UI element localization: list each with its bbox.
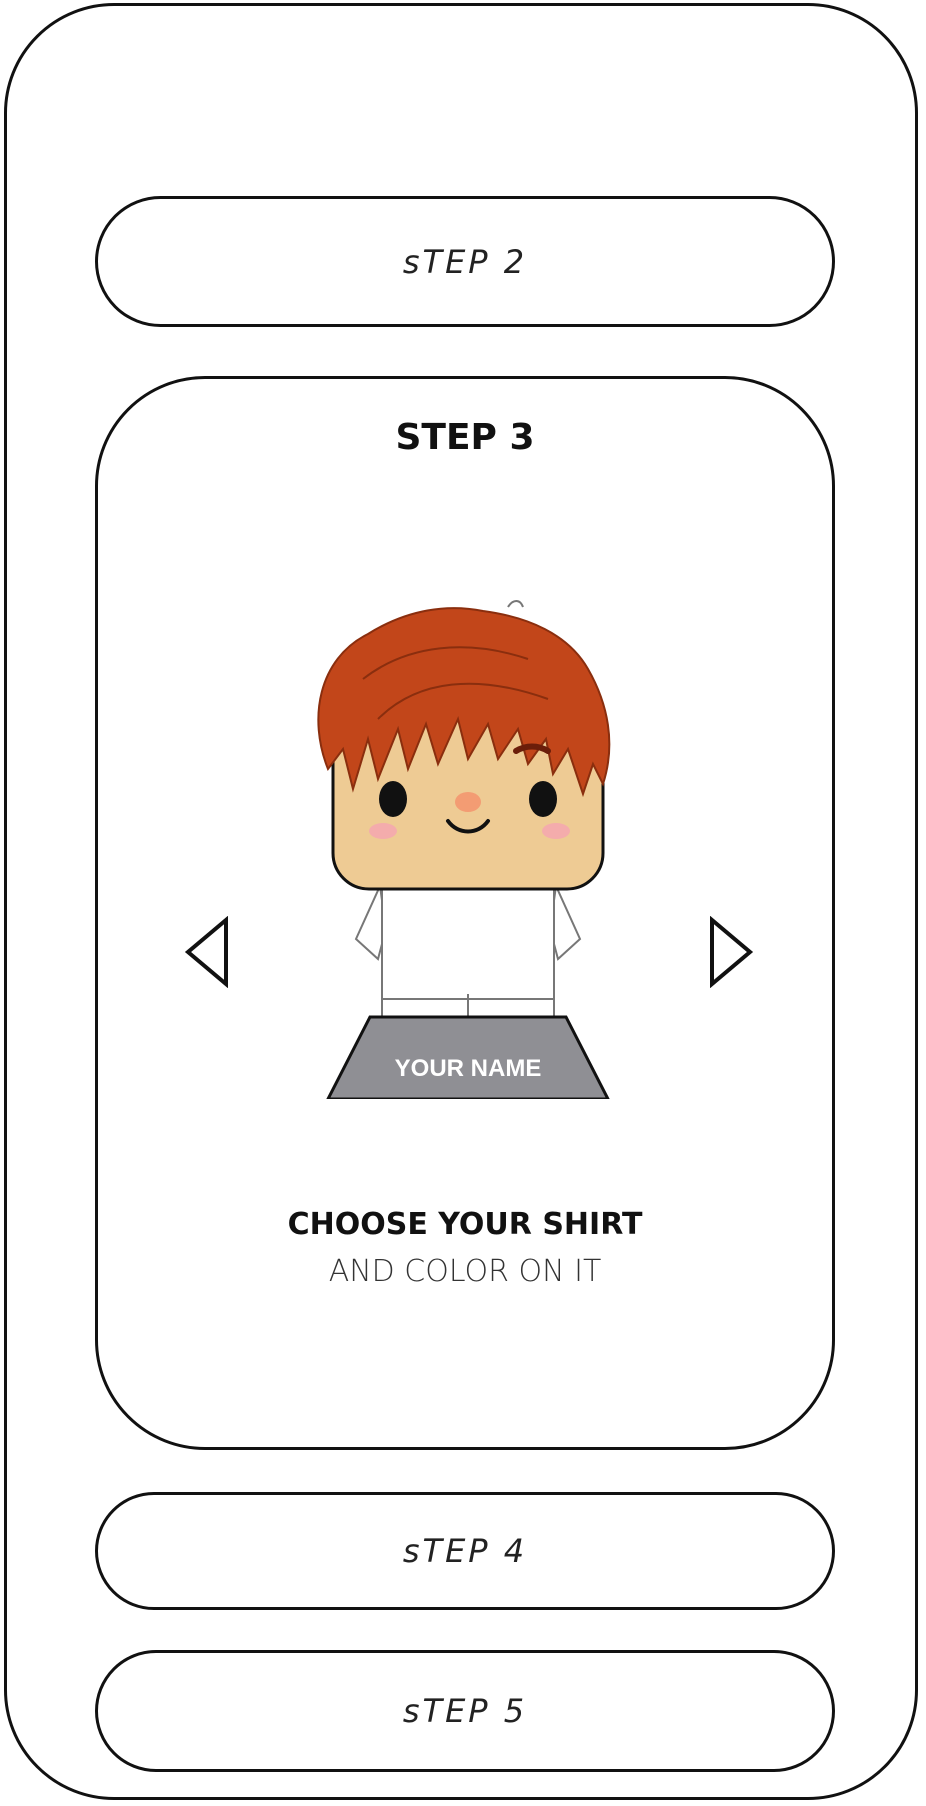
previous-arrow-icon[interactable]: [182, 916, 232, 988]
next-arrow-icon[interactable]: [706, 916, 756, 988]
nameplate-base: YOUR NAME: [326, 1015, 610, 1099]
step-5-button[interactable]: sTEP 5: [95, 1650, 835, 1772]
step-3-title: STEP 3: [395, 417, 535, 458]
character-avatar: YOUR NAME: [317, 600, 611, 1099]
step-2-label: sTEP 2: [402, 242, 528, 281]
character-head: [317, 600, 611, 891]
step-3-card: STEP 3 YOUR NAME CHOOSE YOUR SHIRT AND C…: [95, 376, 835, 1450]
step-5-label: sTEP 5: [402, 1692, 528, 1730]
step-4-button[interactable]: sTEP 4: [95, 1492, 835, 1610]
step-4-label: sTEP 4: [402, 1532, 528, 1570]
caption-subtext: AND COLOR ON IT: [328, 1254, 602, 1289]
nameplate-text: YOUR NAME: [395, 1055, 542, 1082]
character-shirt: [381, 883, 555, 1000]
step-2-button[interactable]: sTEP 2: [95, 196, 835, 327]
caption-heading: CHOOSE YOUR SHIRT: [287, 1207, 643, 1242]
